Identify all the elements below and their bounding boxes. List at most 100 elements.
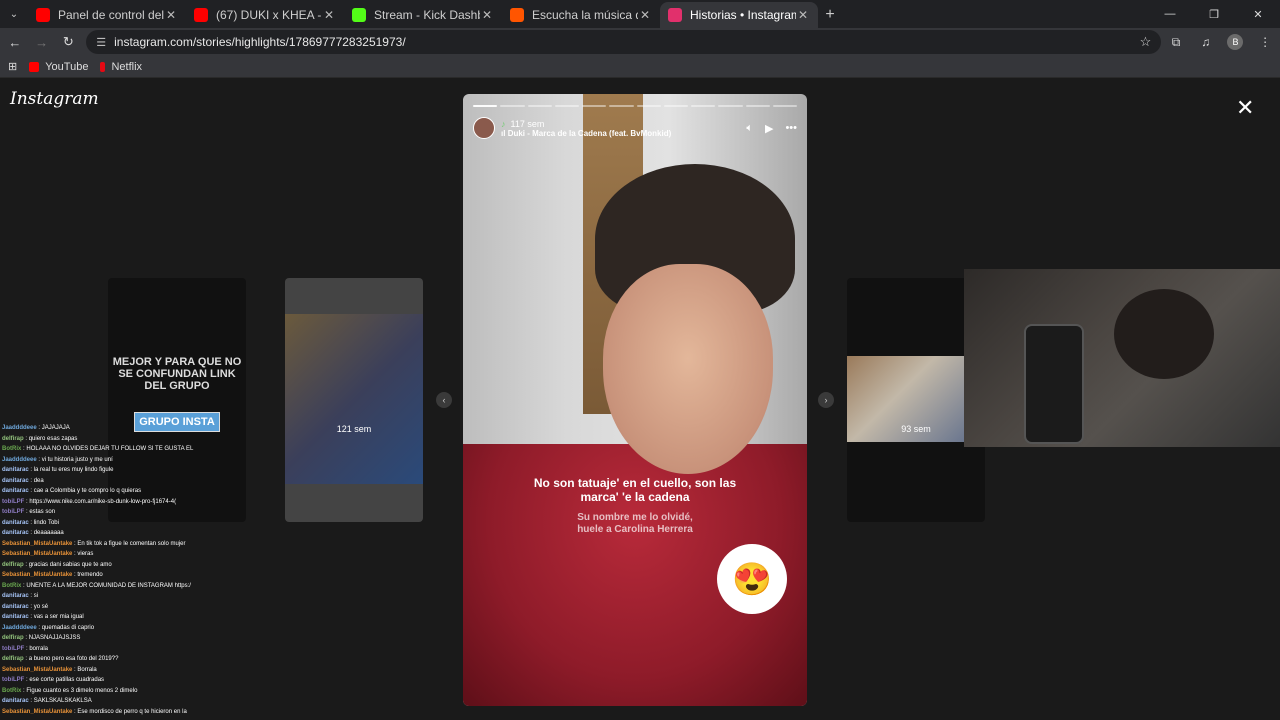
chat-message: Sebastian_MistaUantake : Ese mordisco de… (2, 707, 200, 718)
bookmark-youtube[interactable]: YouTube (29, 61, 88, 73)
tab-close-icon[interactable]: ✕ (638, 8, 652, 22)
tab-favicon-icon (36, 8, 50, 22)
media-controls-button[interactable]: ♫ (1191, 30, 1221, 54)
extensions-button[interactable]: ⧉ (1161, 30, 1191, 54)
chat-username[interactable]: Jaaddddeee (2, 457, 37, 463)
menu-button[interactable]: ⋮ (1250, 30, 1280, 54)
bookmark-label: YouTube (45, 60, 89, 73)
chat-username[interactable]: danitarac (2, 614, 29, 620)
tab-search-button[interactable]: ⌄ (0, 0, 28, 28)
chat-username[interactable]: Jaaddddeee (2, 425, 37, 431)
tab-close-icon[interactable]: ✕ (164, 8, 178, 22)
story-song-text: Duki - Marca de la Cadena (feat. BvMonki… (507, 128, 672, 138)
chat-username[interactable]: danitarac (2, 593, 29, 599)
side-story-time: 121 sem (336, 424, 372, 434)
chat-message: Jaaddddeee : vi tu historia justo y me u… (2, 455, 200, 466)
volume-icon[interactable]: 🔈︎ (746, 122, 753, 135)
chat-text: https://www.nike.com.ar/nike-sb-dunk-low… (29, 498, 177, 505)
tab-title: Historias • Instagram (690, 8, 796, 22)
chat-text: gracias dani sabias que te amo (28, 561, 112, 568)
back-button[interactable]: ← (3, 30, 27, 54)
tab-close-icon[interactable]: ✕ (480, 8, 494, 22)
profile-button[interactable]: B (1221, 30, 1251, 54)
progress-segment (663, 105, 688, 107)
chat-username[interactable]: Sebastian_MistaUantake (2, 572, 72, 578)
chat-username[interactable]: danitarac (2, 604, 29, 610)
tab-4[interactable]: Historias • Instagram ✕ (660, 2, 818, 28)
avatar[interactable] (473, 117, 495, 139)
chat-username[interactable]: delfirap (2, 656, 24, 662)
chat-username[interactable]: Jaaddddeee (2, 625, 37, 631)
site-info-icon[interactable]: ☰ (96, 36, 106, 49)
play-icon[interactable]: ▶ (765, 122, 773, 135)
chat-message: tobiLPF : ese corte patillas cuadradas (2, 675, 200, 686)
chat-username[interactable]: tobiLPF (2, 509, 24, 515)
chat-username[interactable]: Sebastian_MistaUantake (2, 541, 72, 547)
instagram-logo[interactable]: Instagram (10, 89, 99, 109)
webcam-person (1114, 289, 1214, 379)
story-viewer[interactable]: ♪ 117 sem ıl Duki - Marca de la Cadena (… (463, 94, 807, 706)
chat-username[interactable]: tobiLPF (2, 677, 24, 683)
new-tab-button[interactable]: + (818, 2, 842, 28)
chat-username[interactable]: BotRix (2, 688, 21, 694)
chat-text: estas son (29, 509, 56, 515)
address-bar[interactable]: ☰ instagram.com/stories/highlights/17869… (86, 30, 1162, 54)
tab-0[interactable]: Panel de control del canal - You✕ (28, 2, 186, 28)
chat-username[interactable]: delfirap (2, 436, 24, 442)
chat-username[interactable]: Sebastian_MistaUantake (2, 709, 72, 715)
chat-message: tobiLPF : https://www.nike.com.ar/nike-s… (2, 497, 200, 508)
chat-username[interactable]: Sebastian_MistaUantake (2, 551, 72, 557)
tab-1[interactable]: (67) DUKI x KHEA - HITBOY✕ (186, 2, 344, 28)
chat-username[interactable]: Sebastian_MistaUantake (2, 667, 72, 673)
apps-grid-icon[interactable]: ⊞ (8, 60, 17, 73)
chat-message: delfirap : NJASNAJJAJSJSS (2, 633, 200, 644)
chat-message: danitarac : la real tu eres muy lindo fi… (2, 465, 200, 476)
chat-username[interactable]: delfirap (2, 635, 24, 641)
lyric-secondary: Su nombre me lo olvidé, huele a Carolina… (577, 512, 693, 535)
chat-text: NJASNAJJAJSJSS (28, 635, 81, 641)
next-story-button[interactable]: › (818, 392, 834, 408)
progress-segment (772, 105, 797, 107)
chat-message: Sebastian_MistaUantake : En tik tok a fi… (2, 539, 200, 550)
tab-favicon-icon (510, 8, 524, 22)
quick-reaction-button[interactable]: 😍 (717, 544, 787, 614)
tab-close-icon[interactable]: ✕ (322, 8, 336, 22)
chat-username[interactable]: danitarac (2, 520, 29, 526)
more-horizontal-icon[interactable]: ••• (785, 122, 797, 134)
chat-text: quiero esas zapas (28, 435, 78, 442)
chat-text: vi tu historia justo y me uní (41, 456, 113, 463)
chat-username[interactable]: tobiLPF (2, 499, 24, 505)
story-controls: 🔈︎ ▶ ••• (746, 122, 797, 135)
star-icon[interactable]: ☆ (1140, 34, 1152, 50)
chat-username[interactable]: tobiLPF (2, 646, 24, 652)
chat-message: danitarac : SAKLSKALSKAKLSA (2, 696, 200, 707)
close-window-button[interactable]: ✕ (1236, 0, 1280, 28)
forward-button[interactable]: → (30, 30, 54, 54)
close-stories-button[interactable]: ✕ (1236, 95, 1254, 121)
chat-username[interactable]: BotRix (2, 446, 21, 452)
tab-3[interactable]: Escucha la música de 𝓕𝓖𝓡✕ (502, 2, 660, 28)
chat-username[interactable]: danitarac (2, 478, 29, 484)
progress-segment (582, 105, 607, 107)
reload-button[interactable]: ↻ (57, 30, 81, 54)
story-song[interactable]: ıl Duki - Marca de la Cadena (feat. BvMo… (501, 129, 746, 138)
chat-username[interactable]: BotRix (2, 583, 21, 589)
tab-strip: ⌄ Panel de control del canal - You✕(67) … (0, 0, 1280, 28)
chat-message: BotRix : HOLAAA NO OLVIDES DEJAR TU FOLL… (2, 444, 200, 455)
chat-username[interactable]: danitarac (2, 530, 29, 536)
tab-close-icon[interactable]: ✕ (796, 8, 810, 22)
side-story-prev-1[interactable]: 121 sem (285, 278, 423, 522)
chat-username[interactable]: danitarac (2, 698, 29, 704)
story-header: ♪ 117 sem ıl Duki - Marca de la Cadena (… (473, 116, 797, 140)
bookmark-netflix[interactable]: Netflix (100, 61, 142, 73)
chat-username[interactable]: danitarac (2, 467, 29, 473)
maximize-button[interactable]: ❐ (1192, 0, 1236, 28)
chat-username[interactable]: danitarac (2, 488, 29, 494)
tab-2[interactable]: Stream - Kick Dashboard✕ (344, 2, 502, 28)
previous-story-button[interactable]: ‹ (436, 392, 452, 408)
chat-message: Sebastian_MistaUantake : tremendo (2, 570, 200, 581)
minimize-button[interactable]: — (1148, 0, 1192, 28)
chat-username[interactable]: delfirap (2, 562, 24, 568)
story-image-face (603, 264, 773, 474)
plus-icon: + (825, 6, 835, 23)
